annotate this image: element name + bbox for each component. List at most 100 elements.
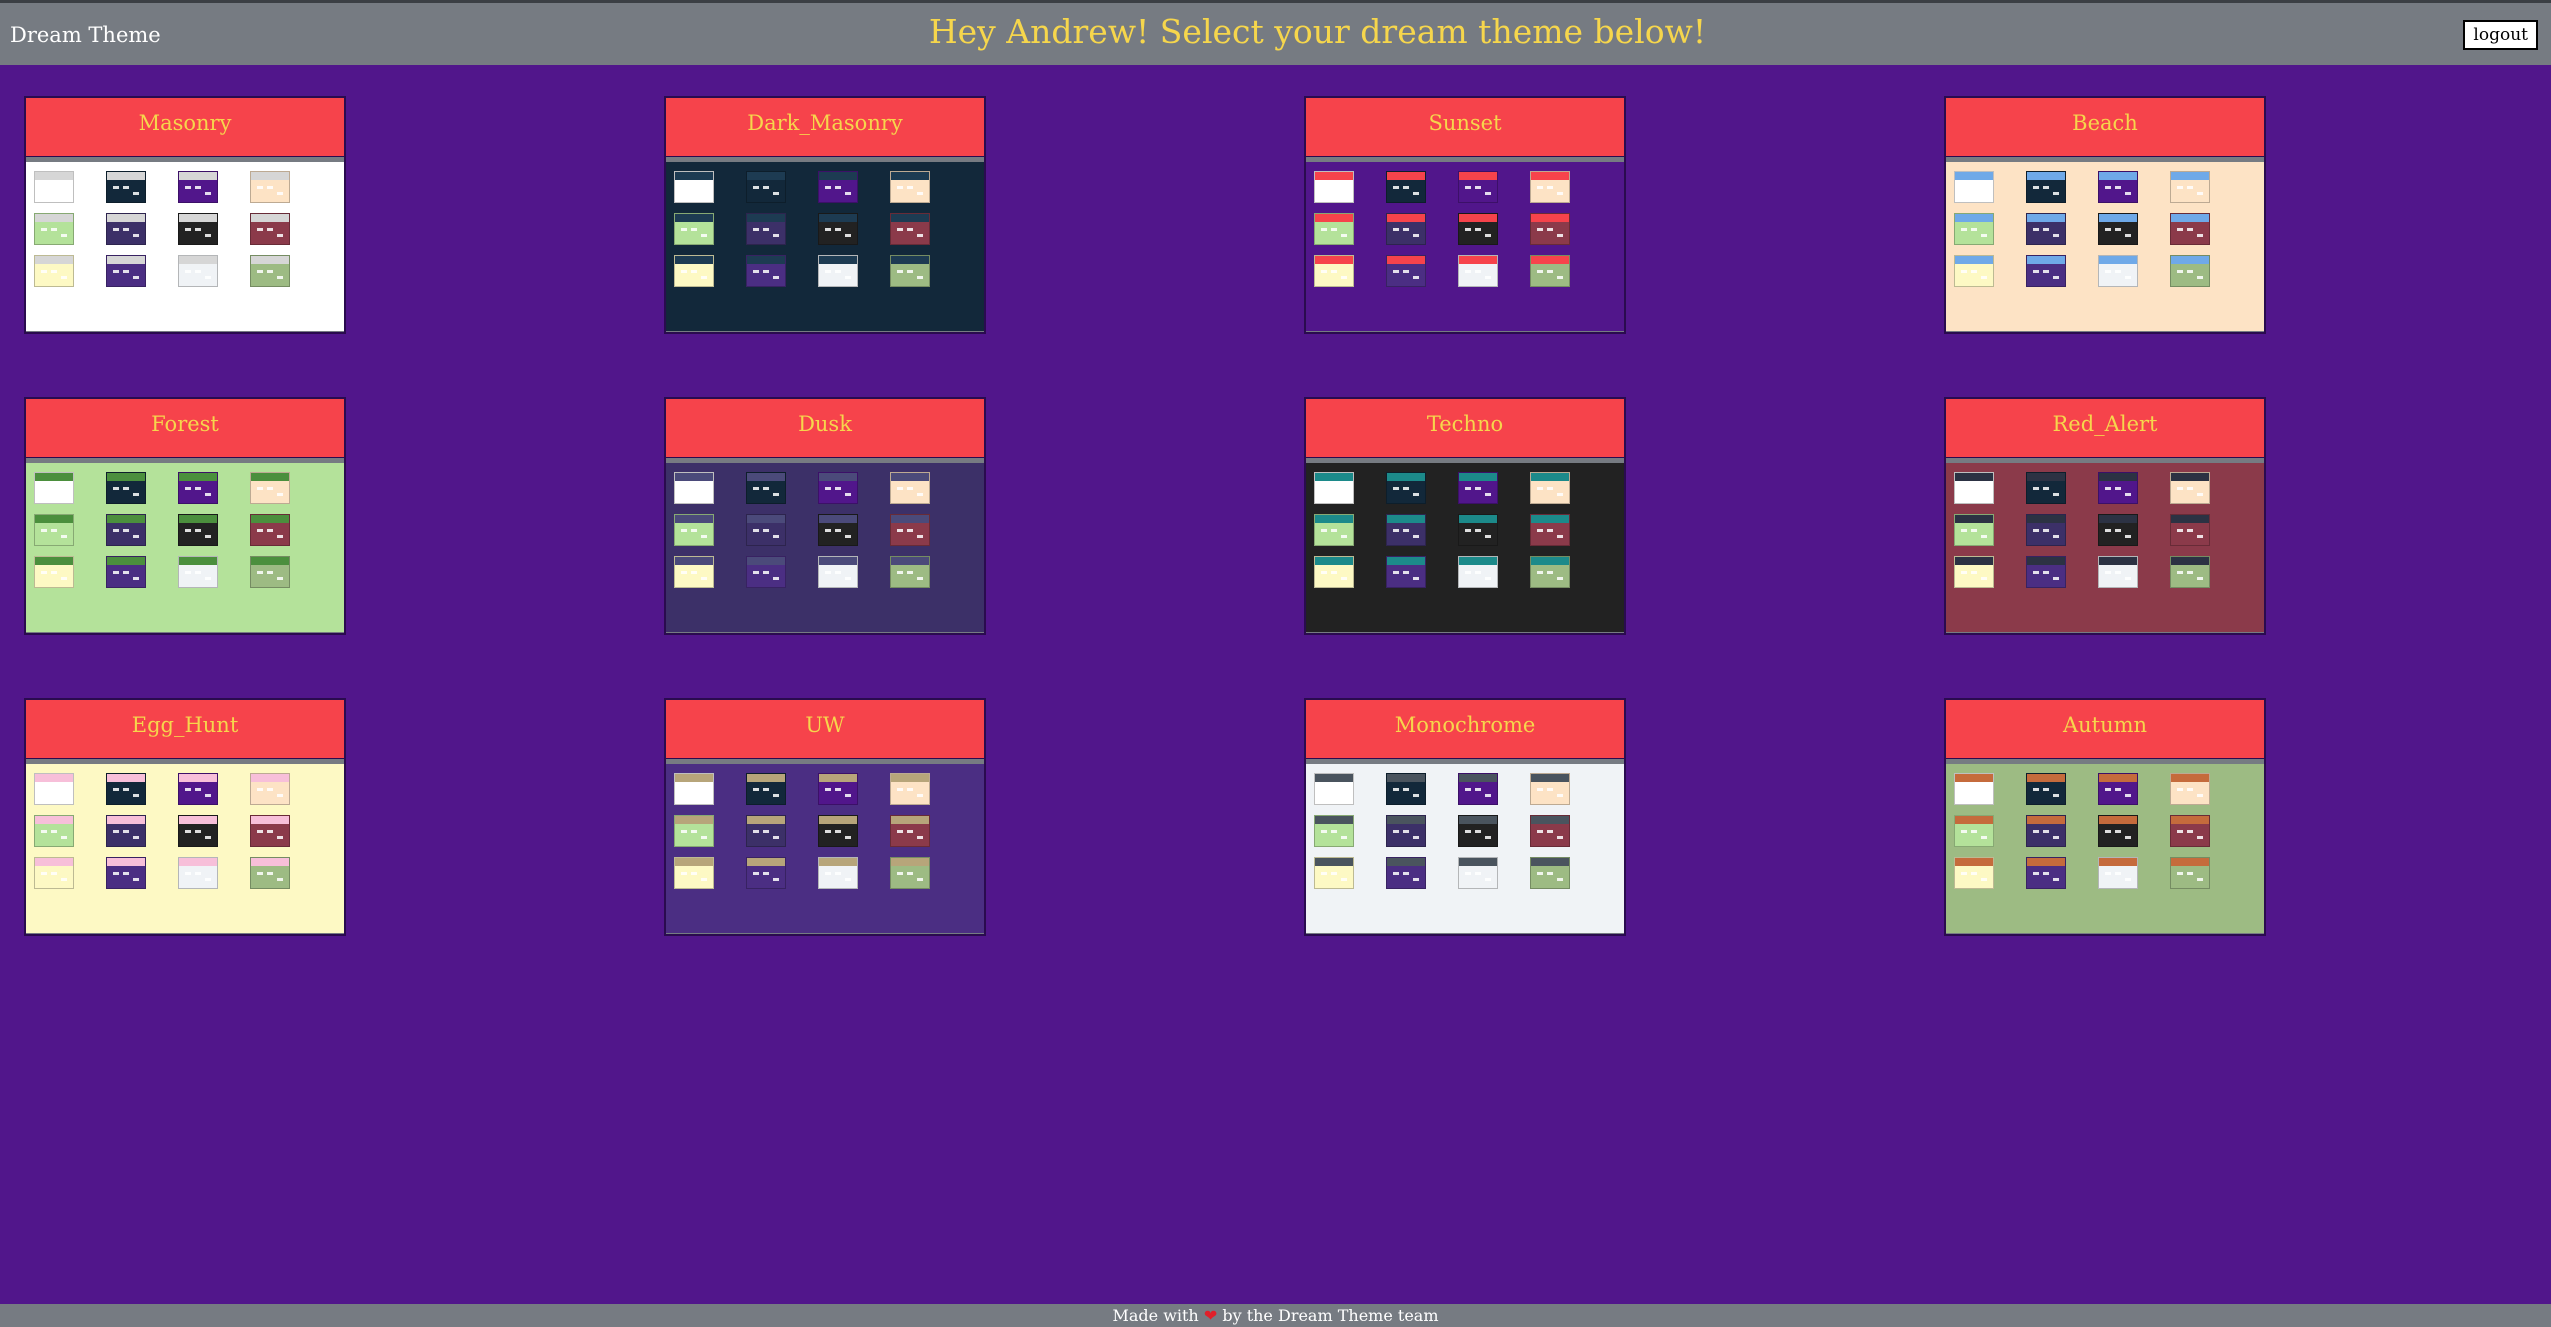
preview-tile [1530, 472, 1570, 504]
preview-tile [1954, 171, 1994, 203]
theme-card-masonry[interactable]: Masonry [24, 96, 346, 334]
theme-card-egg-hunt[interactable]: Egg_Hunt [24, 698, 346, 936]
preview-footer [1306, 933, 1624, 934]
preview-tile [1386, 213, 1426, 245]
preview-tile [178, 556, 218, 588]
preview-tile [2026, 857, 2066, 889]
preview-tile [1458, 171, 1498, 203]
preview-footer [1306, 632, 1624, 633]
preview-tile [1386, 773, 1426, 805]
preview-tile [1530, 213, 1570, 245]
preview-tile [34, 556, 74, 588]
preview-tile [2170, 815, 2210, 847]
preview-tile [1954, 514, 1994, 546]
theme-preview-thumbnail [26, 458, 344, 633]
preview-tile [674, 815, 714, 847]
preview-tile [1458, 773, 1498, 805]
preview-tile [818, 472, 858, 504]
preview-tile [34, 213, 74, 245]
preview-tile [2098, 514, 2138, 546]
theme-card-dusk[interactable]: Dusk [664, 397, 986, 635]
preview-navbar [666, 157, 984, 162]
preview-tile [1954, 213, 1994, 245]
preview-tile [1530, 556, 1570, 588]
preview-navbar [26, 458, 344, 463]
preview-tile [1386, 514, 1426, 546]
preview-tile [746, 815, 786, 847]
theme-card-autumn[interactable]: Autumn [1944, 698, 2266, 936]
preview-tile [250, 556, 290, 588]
theme-card-sunset[interactable]: Sunset [1304, 96, 1626, 334]
preview-navbar [666, 458, 984, 463]
preview-tile [818, 556, 858, 588]
preview-tile [746, 255, 786, 287]
preview-tile [2098, 472, 2138, 504]
preview-tile [1530, 815, 1570, 847]
preview-tile [2170, 556, 2210, 588]
preview-tile [178, 773, 218, 805]
preview-tile [106, 514, 146, 546]
preview-tile [2026, 556, 2066, 588]
theme-card-dark-masonry[interactable]: Dark_Masonry [664, 96, 986, 334]
theme-preview-thumbnail [1306, 759, 1624, 934]
theme-preview-thumbnail [666, 157, 984, 332]
theme-preview-thumbnail [666, 458, 984, 633]
preview-tile [1954, 472, 1994, 504]
preview-tile [818, 773, 858, 805]
preview-tile [178, 171, 218, 203]
preview-tile [250, 213, 290, 245]
theme-preview-thumbnail [1306, 458, 1624, 633]
theme-card-red-alert[interactable]: Red_Alert [1944, 397, 2266, 635]
theme-card-title: Dark_Masonry [666, 98, 984, 157]
theme-card-title: Masonry [26, 98, 344, 157]
preview-tile [2170, 857, 2210, 889]
theme-card-uw[interactable]: UW [664, 698, 986, 936]
preview-tile [890, 213, 930, 245]
theme-card-monochrome[interactable]: Monochrome [1304, 698, 1626, 936]
preview-tile [818, 857, 858, 889]
preview-tile [746, 472, 786, 504]
preview-tile [1530, 773, 1570, 805]
preview-footer [26, 933, 344, 934]
preview-tile [2170, 171, 2210, 203]
preview-tile [1314, 815, 1354, 847]
theme-preview-thumbnail [26, 759, 344, 934]
theme-card-title: Monochrome [1306, 700, 1624, 759]
preview-tile [818, 213, 858, 245]
preview-tile [2098, 857, 2138, 889]
preview-tile [674, 857, 714, 889]
preview-tile [1386, 556, 1426, 588]
theme-card-techno[interactable]: Techno [1304, 397, 1626, 635]
preview-tile [106, 857, 146, 889]
preview-tile [1314, 213, 1354, 245]
preview-tile [2026, 472, 2066, 504]
theme-card-title: Dusk [666, 399, 984, 458]
preview-navbar [1946, 157, 2264, 162]
preview-tile [106, 255, 146, 287]
preview-tile [1314, 857, 1354, 889]
preview-tile [1954, 815, 1994, 847]
preview-tile [1386, 171, 1426, 203]
preview-tile [250, 773, 290, 805]
preview-footer [666, 933, 984, 934]
preview-footer [1306, 331, 1624, 332]
preview-tile [674, 213, 714, 245]
preview-tile [34, 857, 74, 889]
preview-tile [1458, 857, 1498, 889]
preview-tile [106, 171, 146, 203]
theme-card-beach[interactable]: Beach [1944, 96, 2266, 334]
preview-tile [818, 171, 858, 203]
preview-tile [1386, 472, 1426, 504]
preview-tile [2170, 472, 2210, 504]
preview-tile [2098, 556, 2138, 588]
preview-navbar [1946, 759, 2264, 764]
logout-button[interactable]: logout [2463, 20, 2538, 50]
footer-text-before: Made with [1112, 1306, 1199, 1325]
heart-icon: ❤ [1203, 1306, 1218, 1325]
preview-navbar [1306, 458, 1624, 463]
preview-tile [1458, 255, 1498, 287]
preview-tile [1314, 171, 1354, 203]
theme-card-forest[interactable]: Forest [24, 397, 346, 635]
preview-tile [890, 556, 930, 588]
preview-tile [1314, 472, 1354, 504]
